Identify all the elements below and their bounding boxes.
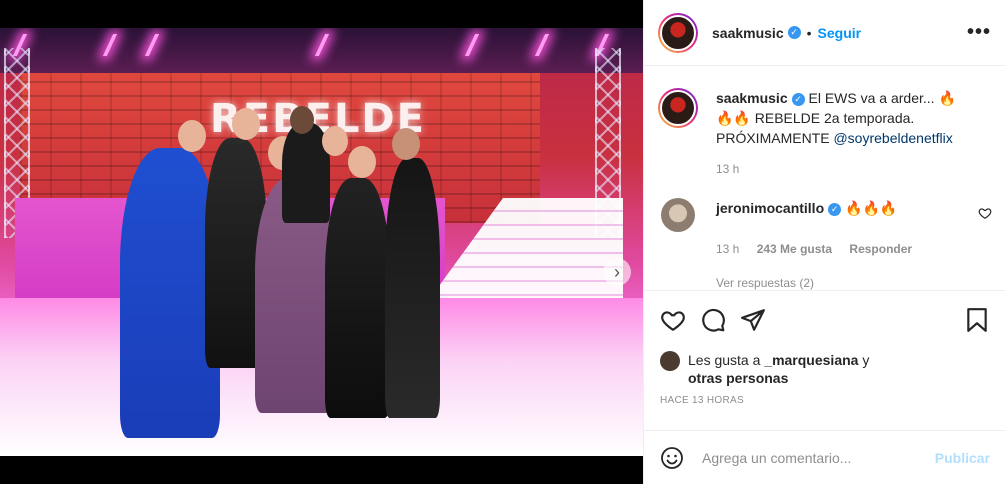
caption-meta: 13 h [716, 162, 992, 176]
comment-like-heart-icon[interactable] [978, 206, 992, 220]
like-heart-icon[interactable] [660, 307, 686, 333]
author-username[interactable]: saakmusic [712, 25, 784, 41]
comment-body: 🔥🔥🔥 [845, 200, 898, 216]
post-actions: Les gusta a _marquesiana y otras persona… [644, 290, 1005, 406]
likes-connector: y [862, 352, 870, 368]
likes-text: Les gusta a _marquesiana y otras persona… [688, 351, 869, 387]
commenter-avatar[interactable] [661, 198, 695, 232]
reply-button[interactable]: Responder [849, 242, 912, 256]
follow-button[interactable]: Seguir [818, 25, 862, 41]
person-head [322, 126, 348, 156]
post-header: saakmusic ✓ • Seguir ••• [644, 0, 1005, 66]
separator-dot: • [806, 24, 812, 41]
emoji-smiley-icon[interactable] [660, 446, 684, 470]
next-slide-button[interactable]: › [603, 258, 631, 286]
comment-meta: 13 h 243 Me gusta Responder [716, 242, 992, 256]
post-timestamp[interactable]: HACE 13 HORAS [660, 395, 990, 406]
post-photo[interactable]: REBELDE › [0, 28, 643, 456]
comment-bubble-icon[interactable] [700, 307, 726, 333]
likes-summary: Les gusta a _marquesiana y otras persona… [660, 351, 990, 387]
caption-text: saakmusic ✓ El EWS va a arder... 🔥 🔥🔥 REB… [716, 88, 956, 148]
person-head [232, 108, 260, 140]
comment-item: jeronimocantillo ✓ 🔥🔥🔥 [658, 198, 992, 232]
person-black-outfit [325, 178, 390, 418]
comment-likes-count[interactable]: 243 Me gusta [757, 242, 832, 256]
likes-others-link[interactable]: otras personas [688, 370, 788, 386]
share-paper-plane-icon[interactable] [740, 307, 766, 333]
comment-time[interactable]: 13 h [716, 242, 739, 256]
author-avatar[interactable] [658, 12, 698, 53]
likes-prefix: Les gusta a [688, 352, 761, 368]
comments-list[interactable]: saakmusic ✓ El EWS va a arder... 🔥 🔥🔥 REB… [644, 66, 1005, 290]
caption: saakmusic ✓ El EWS va a arder... 🔥 🔥🔥 REB… [658, 88, 992, 148]
caption-time[interactable]: 13 h [716, 162, 739, 176]
caption-line-3: PRÓXIMAMENTE [716, 130, 830, 146]
action-bar [660, 307, 990, 333]
comment-input[interactable] [702, 449, 935, 466]
person-head [290, 106, 314, 134]
liker-avatar[interactable] [660, 351, 680, 371]
caption-line-1: El EWS va a arder... 🔥 [808, 90, 956, 106]
add-comment-bar: Publicar [644, 430, 1005, 484]
post-sidebar: saakmusic ✓ • Seguir ••• saakmusic ✓ El E… [643, 0, 1005, 484]
liker-username[interactable]: _marquesiana [764, 352, 858, 368]
person-head [348, 146, 376, 178]
publish-button[interactable]: Publicar [935, 450, 990, 466]
person-head [178, 120, 206, 152]
caption-avatar-image [660, 90, 696, 126]
author-avatar-image [660, 14, 696, 51]
verified-badge-icon: ✓ [787, 26, 801, 39]
more-options-icon[interactable]: ••• [967, 21, 991, 44]
view-replies-button[interactable]: Ver respuestas (2) [716, 276, 992, 290]
person-black-boots [385, 158, 440, 418]
person-head [392, 128, 420, 160]
caption-line-2: 🔥🔥 REBELDE 2a temporada. [716, 110, 915, 126]
caption-avatar[interactable] [658, 88, 698, 128]
save-bookmark-icon[interactable] [964, 307, 990, 333]
caption-mention-link[interactable]: @soyrebeldenetflix [833, 130, 952, 146]
comment-text: jeronimocantillo ✓ 🔥🔥🔥 [716, 198, 897, 218]
caption-username[interactable]: saakmusic [716, 90, 788, 106]
verified-badge-icon: ✓ [791, 93, 805, 106]
commenter-username[interactable]: jeronimocantillo [716, 200, 824, 216]
post-media: REBELDE › [0, 0, 643, 484]
verified-badge-icon: ✓ [828, 203, 842, 216]
